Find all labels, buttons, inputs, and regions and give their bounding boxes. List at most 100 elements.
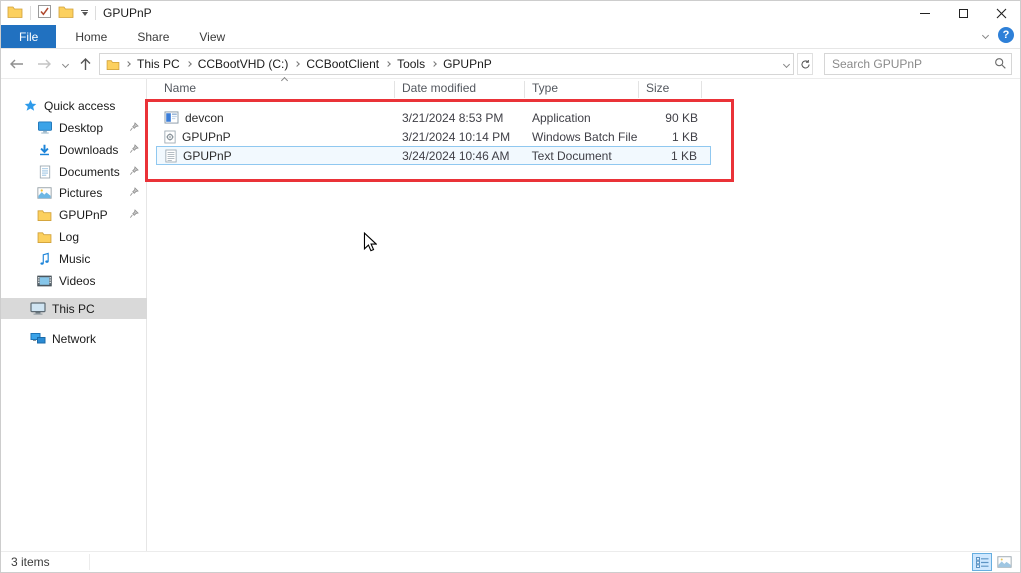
pin-icon	[129, 143, 139, 157]
large-icons-view-button[interactable]	[994, 553, 1014, 571]
file-date-cell: 3/21/2024 8:53 PM	[394, 111, 524, 125]
search-icon	[994, 57, 1007, 70]
sidebar-item-downloads[interactable]: Downloads	[1, 139, 147, 160]
column-separator[interactable]	[394, 81, 395, 98]
sidebar-item-label: Quick access	[44, 99, 115, 113]
pin-icon	[129, 165, 139, 179]
details-view-button[interactable]	[972, 553, 992, 571]
close-button[interactable]	[982, 1, 1020, 25]
file-name-cell: GPUPnP	[156, 130, 394, 144]
sidebar-item-pictures[interactable]: Pictures	[1, 182, 147, 203]
sidebar-item-documents[interactable]: Documents	[1, 161, 147, 182]
file-date-cell: 3/21/2024 10:14 PM	[394, 130, 524, 144]
column-header-label: Type	[532, 81, 558, 95]
batch-file-icon	[164, 130, 176, 144]
sidebar-item-label: Pictures	[59, 186, 102, 200]
minimize-button[interactable]	[906, 1, 944, 25]
breadcrumb-separator-icon	[295, 61, 301, 67]
sidebar-item-this-pc[interactable]: This PC	[1, 298, 147, 319]
column-header-name[interactable]: Name	[164, 81, 394, 99]
monitor-icon	[36, 121, 53, 134]
column-header-size[interactable]: Size	[646, 81, 696, 99]
folder-icon	[36, 209, 53, 221]
breadcrumb: This PC CCBootVHD (C:) CCBootClient Tool…	[126, 57, 784, 71]
app-folder-icon	[7, 5, 23, 21]
sidebar-item-network[interactable]: Network	[1, 328, 147, 349]
column-separator[interactable]	[701, 81, 702, 98]
maximize-icon	[959, 9, 968, 18]
table-row-gpupnp-bat[interactable]: GPUPnP 3/21/2024 10:14 PM Windows Batch …	[156, 127, 711, 146]
file-date-cell: 3/24/2024 10:46 AM	[394, 149, 524, 163]
forward-arrow-icon[interactable]	[36, 58, 52, 70]
address-folder-icon	[106, 59, 120, 70]
network-icon	[29, 332, 46, 345]
breadcrumb-gpupnp[interactable]: GPUPnP	[443, 57, 492, 71]
recent-locations-chevron-icon[interactable]	[62, 60, 69, 67]
tab-view[interactable]: View	[184, 25, 240, 48]
sidebar-item-label: GPUPnP	[59, 208, 108, 222]
file-name: GPUPnP	[182, 130, 231, 144]
file-name: devcon	[185, 111, 224, 125]
sidebar-item-videos[interactable]: Videos	[1, 270, 147, 291]
file-explorer-window: GPUPnP File Home Share View ?	[0, 0, 1021, 573]
tab-share[interactable]: Share	[122, 25, 184, 48]
picture-icon	[36, 187, 53, 199]
sidebar-item-log[interactable]: Log	[1, 226, 147, 247]
properties-check-icon[interactable]	[38, 5, 51, 21]
sidebar-item-gpupnp[interactable]: GPUPnP	[1, 204, 147, 225]
help-icon[interactable]: ?	[998, 27, 1014, 43]
breadcrumb-ccbootclient[interactable]: CCBootClient	[306, 57, 379, 71]
column-header-date-modified[interactable]: Date modified	[402, 81, 524, 99]
sidebar-item-label: Network	[52, 332, 96, 346]
music-note-icon	[36, 252, 53, 266]
collapse-ribbon-chevron-icon[interactable]	[982, 31, 989, 38]
status-separator	[89, 554, 90, 570]
address-bar[interactable]: This PC CCBootVHD (C:) CCBootClient Tool…	[99, 53, 794, 75]
address-bar-row: This PC CCBootVHD (C:) CCBootClient Tool…	[1, 49, 1020, 79]
sidebar-item-quick-access[interactable]: Quick access	[1, 95, 147, 116]
text-document-icon	[165, 149, 177, 163]
column-separator[interactable]	[638, 81, 639, 98]
film-icon	[36, 275, 53, 287]
application-icon	[164, 111, 179, 124]
table-row-gpupnp-txt[interactable]: GPUPnP 3/24/2024 10:46 AM Text Document …	[156, 146, 711, 165]
sidebar-item-desktop[interactable]: Desktop	[1, 117, 147, 138]
breadcrumb-tools[interactable]: Tools	[397, 57, 425, 71]
search-box	[824, 53, 1012, 75]
search-input[interactable]	[824, 53, 1012, 75]
breadcrumb-ccbootvhd[interactable]: CCBootVHD (C:)	[198, 57, 289, 71]
new-folder-icon[interactable]	[58, 5, 74, 21]
tab-file[interactable]: File	[1, 25, 56, 48]
maximize-button[interactable]	[944, 1, 982, 25]
table-row-devcon[interactable]: devcon 3/21/2024 8:53 PM Application 90 …	[156, 108, 711, 127]
column-header-type[interactable]: Type	[532, 81, 638, 99]
computer-icon	[29, 302, 46, 315]
file-name-cell: GPUPnP	[157, 149, 394, 163]
back-arrow-icon[interactable]	[9, 58, 25, 70]
pin-icon	[129, 208, 139, 222]
large-icons-view-icon	[997, 556, 1012, 568]
file-name: GPUPnP	[183, 149, 232, 163]
file-list-pane: Name Date modified Type Size devcon 3/21…	[148, 79, 1020, 551]
column-header-label: Size	[646, 81, 669, 95]
breadcrumb-this-pc[interactable]: This PC	[137, 57, 180, 71]
sidebar-item-music[interactable]: Music	[1, 248, 147, 269]
address-dropdown-chevron-icon[interactable]	[783, 60, 790, 67]
minimize-icon	[920, 13, 930, 14]
navigation-pane: Quick access Desktop Downloads Documents	[1, 79, 147, 553]
tab-home[interactable]: Home	[60, 25, 122, 48]
file-type-cell: Application	[524, 111, 638, 125]
folder-icon	[36, 231, 53, 243]
column-separator[interactable]	[524, 81, 525, 98]
download-arrow-icon	[36, 143, 53, 157]
refresh-button[interactable]	[797, 53, 813, 75]
file-size-cell: 90 KB	[638, 111, 711, 125]
status-bar: 3 items	[1, 551, 1020, 572]
details-view-icon	[976, 557, 989, 568]
up-arrow-icon[interactable]	[79, 57, 92, 71]
sidebar-item-label: Downloads	[59, 143, 118, 157]
customize-qat-chevron-icon[interactable]	[81, 10, 88, 16]
sort-ascending-caret-icon	[281, 77, 288, 84]
file-name-cell: devcon	[156, 111, 394, 125]
column-header-label: Date modified	[402, 81, 476, 95]
